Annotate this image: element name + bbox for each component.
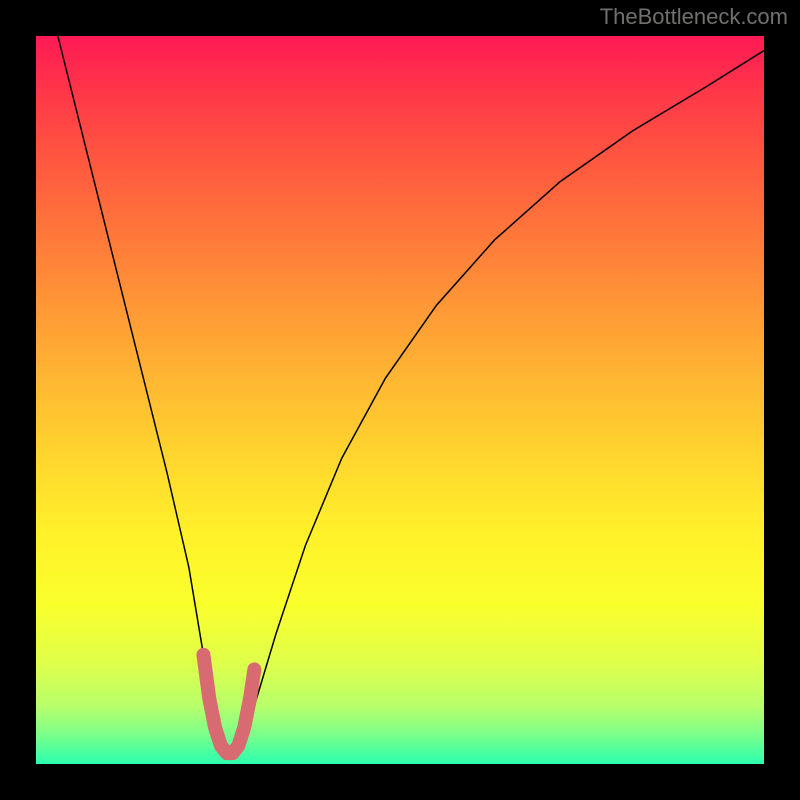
watermark-text: TheBottleneck.com bbox=[600, 4, 788, 30]
valley-highlight bbox=[203, 655, 254, 753]
chart-plot-area bbox=[36, 36, 764, 764]
main-curve bbox=[58, 36, 764, 757]
chart-curves-svg bbox=[36, 36, 764, 764]
